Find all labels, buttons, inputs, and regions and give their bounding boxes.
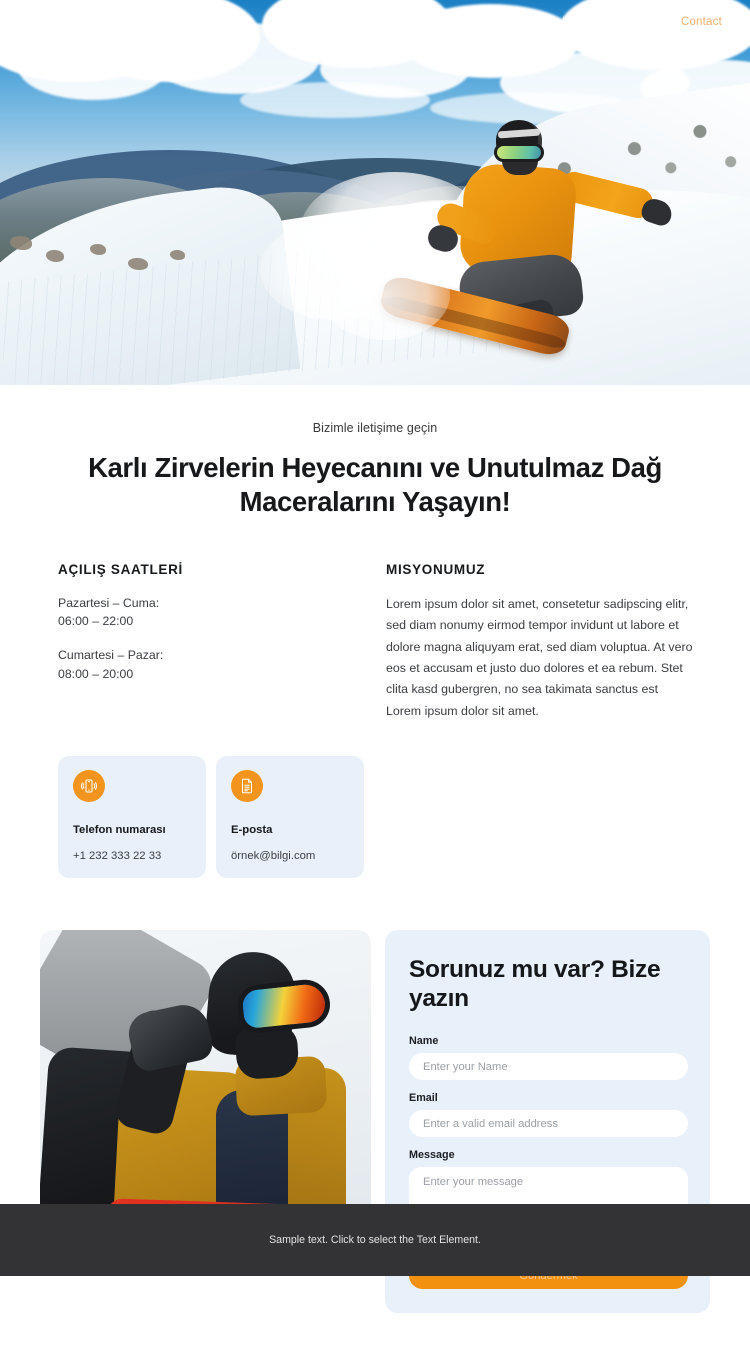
contact-card-title: Telefon numarası: [73, 824, 166, 837]
email-label: Email: [409, 1092, 438, 1105]
field-name: Name: [409, 1035, 688, 1081]
name-input[interactable]: [409, 1053, 688, 1081]
rock-shape: [128, 258, 148, 270]
info-columns: AÇILIŞ SAATLERİ Pazartesi – Cuma: 06:00 …: [0, 518, 750, 722]
message-label: Message: [409, 1149, 455, 1162]
rock-shape: [170, 250, 185, 260]
mission-block: MISYONUMUZ Lorem ipsum dolor sit amet, c…: [386, 562, 695, 722]
document-icon: [231, 770, 263, 803]
rock-shape: [10, 236, 32, 250]
opening-hours-title: AÇILIŞ SAATLERİ: [58, 562, 183, 578]
contact-card-email[interactable]: E-posta örnek@bilgi.com: [216, 756, 364, 879]
nav-link-about[interactable]: About: [622, 16, 653, 28]
field-email: Email: [409, 1092, 688, 1138]
ski-goggles: [235, 977, 333, 1035]
contact-card-value[interactable]: +1 232 333 22 33: [73, 850, 192, 862]
mobile-phone-icon: [73, 770, 105, 803]
hero-section: logo Home About Contact: [0, 0, 750, 385]
snowboarder-figure: [377, 118, 680, 359]
email-input[interactable]: [409, 1110, 688, 1138]
footer-text[interactable]: Sample text. Click to select the Text El…: [269, 1234, 481, 1246]
hours-weekday: Pazartesi – Cuma: 06:00 – 22:00: [58, 594, 348, 630]
hero-image: [0, 0, 750, 385]
hours-days: Cumartesi – Pazar:: [58, 648, 164, 663]
hours-time: 08:00 – 20:00: [58, 666, 134, 681]
opening-hours-block: AÇILIŞ SAATLERİ Pazartesi – Cuma: 06:00 …: [58, 562, 348, 722]
cloud-shape: [240, 82, 430, 118]
contact-card-title: E-posta: [231, 824, 273, 837]
rock-shape: [90, 244, 106, 255]
nav-link-contact[interactable]: Contact: [681, 16, 722, 28]
top-navigation: logo Home About Contact: [0, 0, 750, 44]
contact-card-phone[interactable]: Telefon numarası +1 232 333 22 33: [58, 756, 206, 879]
nav-link-home[interactable]: Home: [562, 16, 593, 28]
snow-spray: [320, 250, 450, 340]
nav-links: Home About Contact: [562, 16, 722, 28]
hours-time: 06:00 – 22:00: [58, 614, 134, 629]
page-footer: Sample text. Click to select the Text El…: [0, 1204, 750, 1276]
rider-goggles: [494, 143, 544, 162]
hours-weekend: Cumartesi – Pazar: 08:00 – 20:00: [58, 646, 348, 682]
contact-cards: Telefon numarası +1 232 333 22 33 E-post…: [0, 722, 750, 879]
mission-body: Lorem ipsum dolor sit amet, consetetur s…: [386, 597, 693, 718]
mission-title: MISYONUMUZ: [386, 562, 486, 578]
section-kicker: Bizimle iletişime geçin: [312, 421, 438, 435]
name-label: Name: [409, 1035, 439, 1048]
site-logo[interactable]: logo: [38, 9, 83, 36]
contact-card-value[interactable]: örnek@bilgi.com: [231, 850, 350, 862]
rock-shape: [46, 250, 64, 262]
form-title: Sorunuz mu var? Bize yazın: [409, 956, 661, 1012]
hours-days: Pazartesi – Cuma:: [58, 596, 160, 611]
page-title: Karlı Zirvelerin Heyecanını ve Unutulmaz…: [88, 452, 662, 517]
